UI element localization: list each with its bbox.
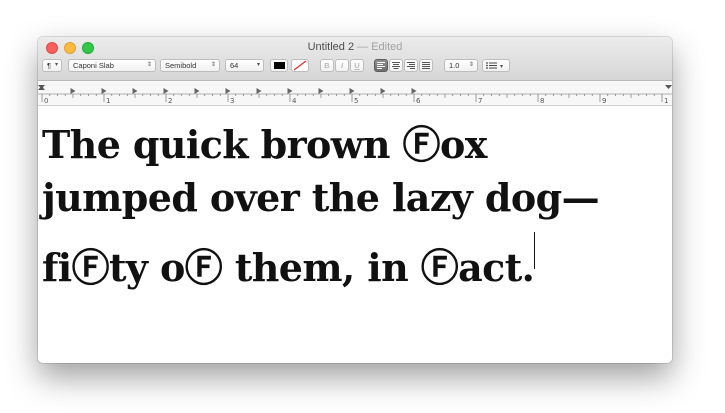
tab-stop-marker [225,88,231,94]
tab-stop-marker [194,88,200,94]
underline-button[interactable]: U [350,59,364,72]
format-toolbar: ¶ ▾ Caponi Slab ⇕ Semibold ⇕ 64 ▾ B I U … [38,59,672,75]
tab-stop-marker [318,88,324,94]
edited-status: Edited [371,41,403,53]
ruler-label: 7 [478,97,482,105]
align-right-button[interactable] [404,59,418,72]
tab-stop-marker [411,88,417,94]
ruler-label: 6 [416,97,421,105]
tab-stop-marker [256,88,262,94]
ruler-label: 4 [292,97,297,105]
text-line-3: fiⒻty oⒻ them, in Ⓕact. [42,245,535,290]
ruler-label: 8 [540,97,544,105]
svg-text:▾: ▾ [500,63,503,70]
background-color-well[interactable] [291,59,309,72]
chevron-down-icon: ▾ [256,62,260,68]
align-right-icon [407,62,415,69]
text-color-well[interactable] [270,59,288,72]
ruler-label: 2 [168,97,172,105]
text-line-1: The quick brown Ⓕox [42,122,487,167]
ruler-label: 3 [230,97,234,105]
align-center-icon [392,62,400,69]
line-spacing-popup[interactable]: 1.0 ⇕ [444,59,478,72]
text-insertion-caret [534,232,535,269]
font-size-value: 64 [230,61,239,70]
text-color-swatch [274,62,285,69]
font-style-label: Semibold [165,61,197,70]
tab-stop-marker [70,88,76,94]
justify-button[interactable] [419,59,433,72]
up-down-arrows-icon: ⇕ [210,62,216,68]
tab-stop-marker [101,88,107,94]
align-justify-icon [422,62,430,69]
title-separator: — [357,41,369,53]
ruler-label: 0 [44,97,48,105]
ruler-label: 5 [354,97,358,105]
no-color-icon [293,60,307,71]
tab-stop-marker [132,88,138,94]
window-title: Untitled 2 — Edited [38,41,672,53]
font-family-popup[interactable]: Caponi Slab ⇕ [68,59,156,72]
title-bar: Untitled 2 — Edited ¶ ▾ Caponi Slab ⇕ Se… [38,37,672,81]
tab-stop-marker [349,88,355,94]
ruler-label: 1 [664,97,668,105]
right-indent-marker [665,85,672,89]
ruler-label: 1 [106,97,110,105]
italic-button[interactable]: I [335,59,349,72]
list-bullets-icon: ▾ [486,62,503,70]
ruler-scale: 0 1 2 3 4 5 6 7 8 9 1 [38,85,672,105]
up-down-arrows-icon: ⇕ [468,62,474,68]
left-indent-marker [38,86,45,90]
ruler-label: 9 [602,97,606,105]
up-down-arrows-icon: ⇕ [146,62,152,68]
tab-stop-marker [163,88,169,94]
textedit-window: Untitled 2 — Edited ¶ ▾ Caponi Slab ⇕ Se… [38,37,672,363]
tab-stop-marker [380,88,386,94]
bold-button[interactable]: B [320,59,334,72]
font-style-popup[interactable]: Semibold ⇕ [160,59,220,72]
align-center-button[interactable] [389,59,403,72]
text-line-2: jumped over the lazy dog— [42,175,600,220]
document-text-area[interactable]: The quick brown Ⓕox jumped over the lazy… [38,106,672,363]
font-family-label: Caponi Slab [73,61,114,70]
line-spacing-value: 1.0 [449,61,460,70]
align-left-button[interactable] [374,59,388,72]
paragraph-style-popup[interactable]: ¶ ▾ [42,59,62,72]
chevron-down-icon: ▾ [54,62,58,68]
tab-stop-marker [287,88,293,94]
list-bullets-popup[interactable]: ▾ [482,59,510,72]
align-left-icon [377,62,385,69]
ruler[interactable]: 0 1 2 3 4 5 6 7 8 9 1 [38,81,672,106]
font-size-combo[interactable]: 64 ▾ [225,59,264,72]
paragraph-style-label: ¶ [47,61,52,70]
document-name: Untitled 2 [307,41,355,53]
